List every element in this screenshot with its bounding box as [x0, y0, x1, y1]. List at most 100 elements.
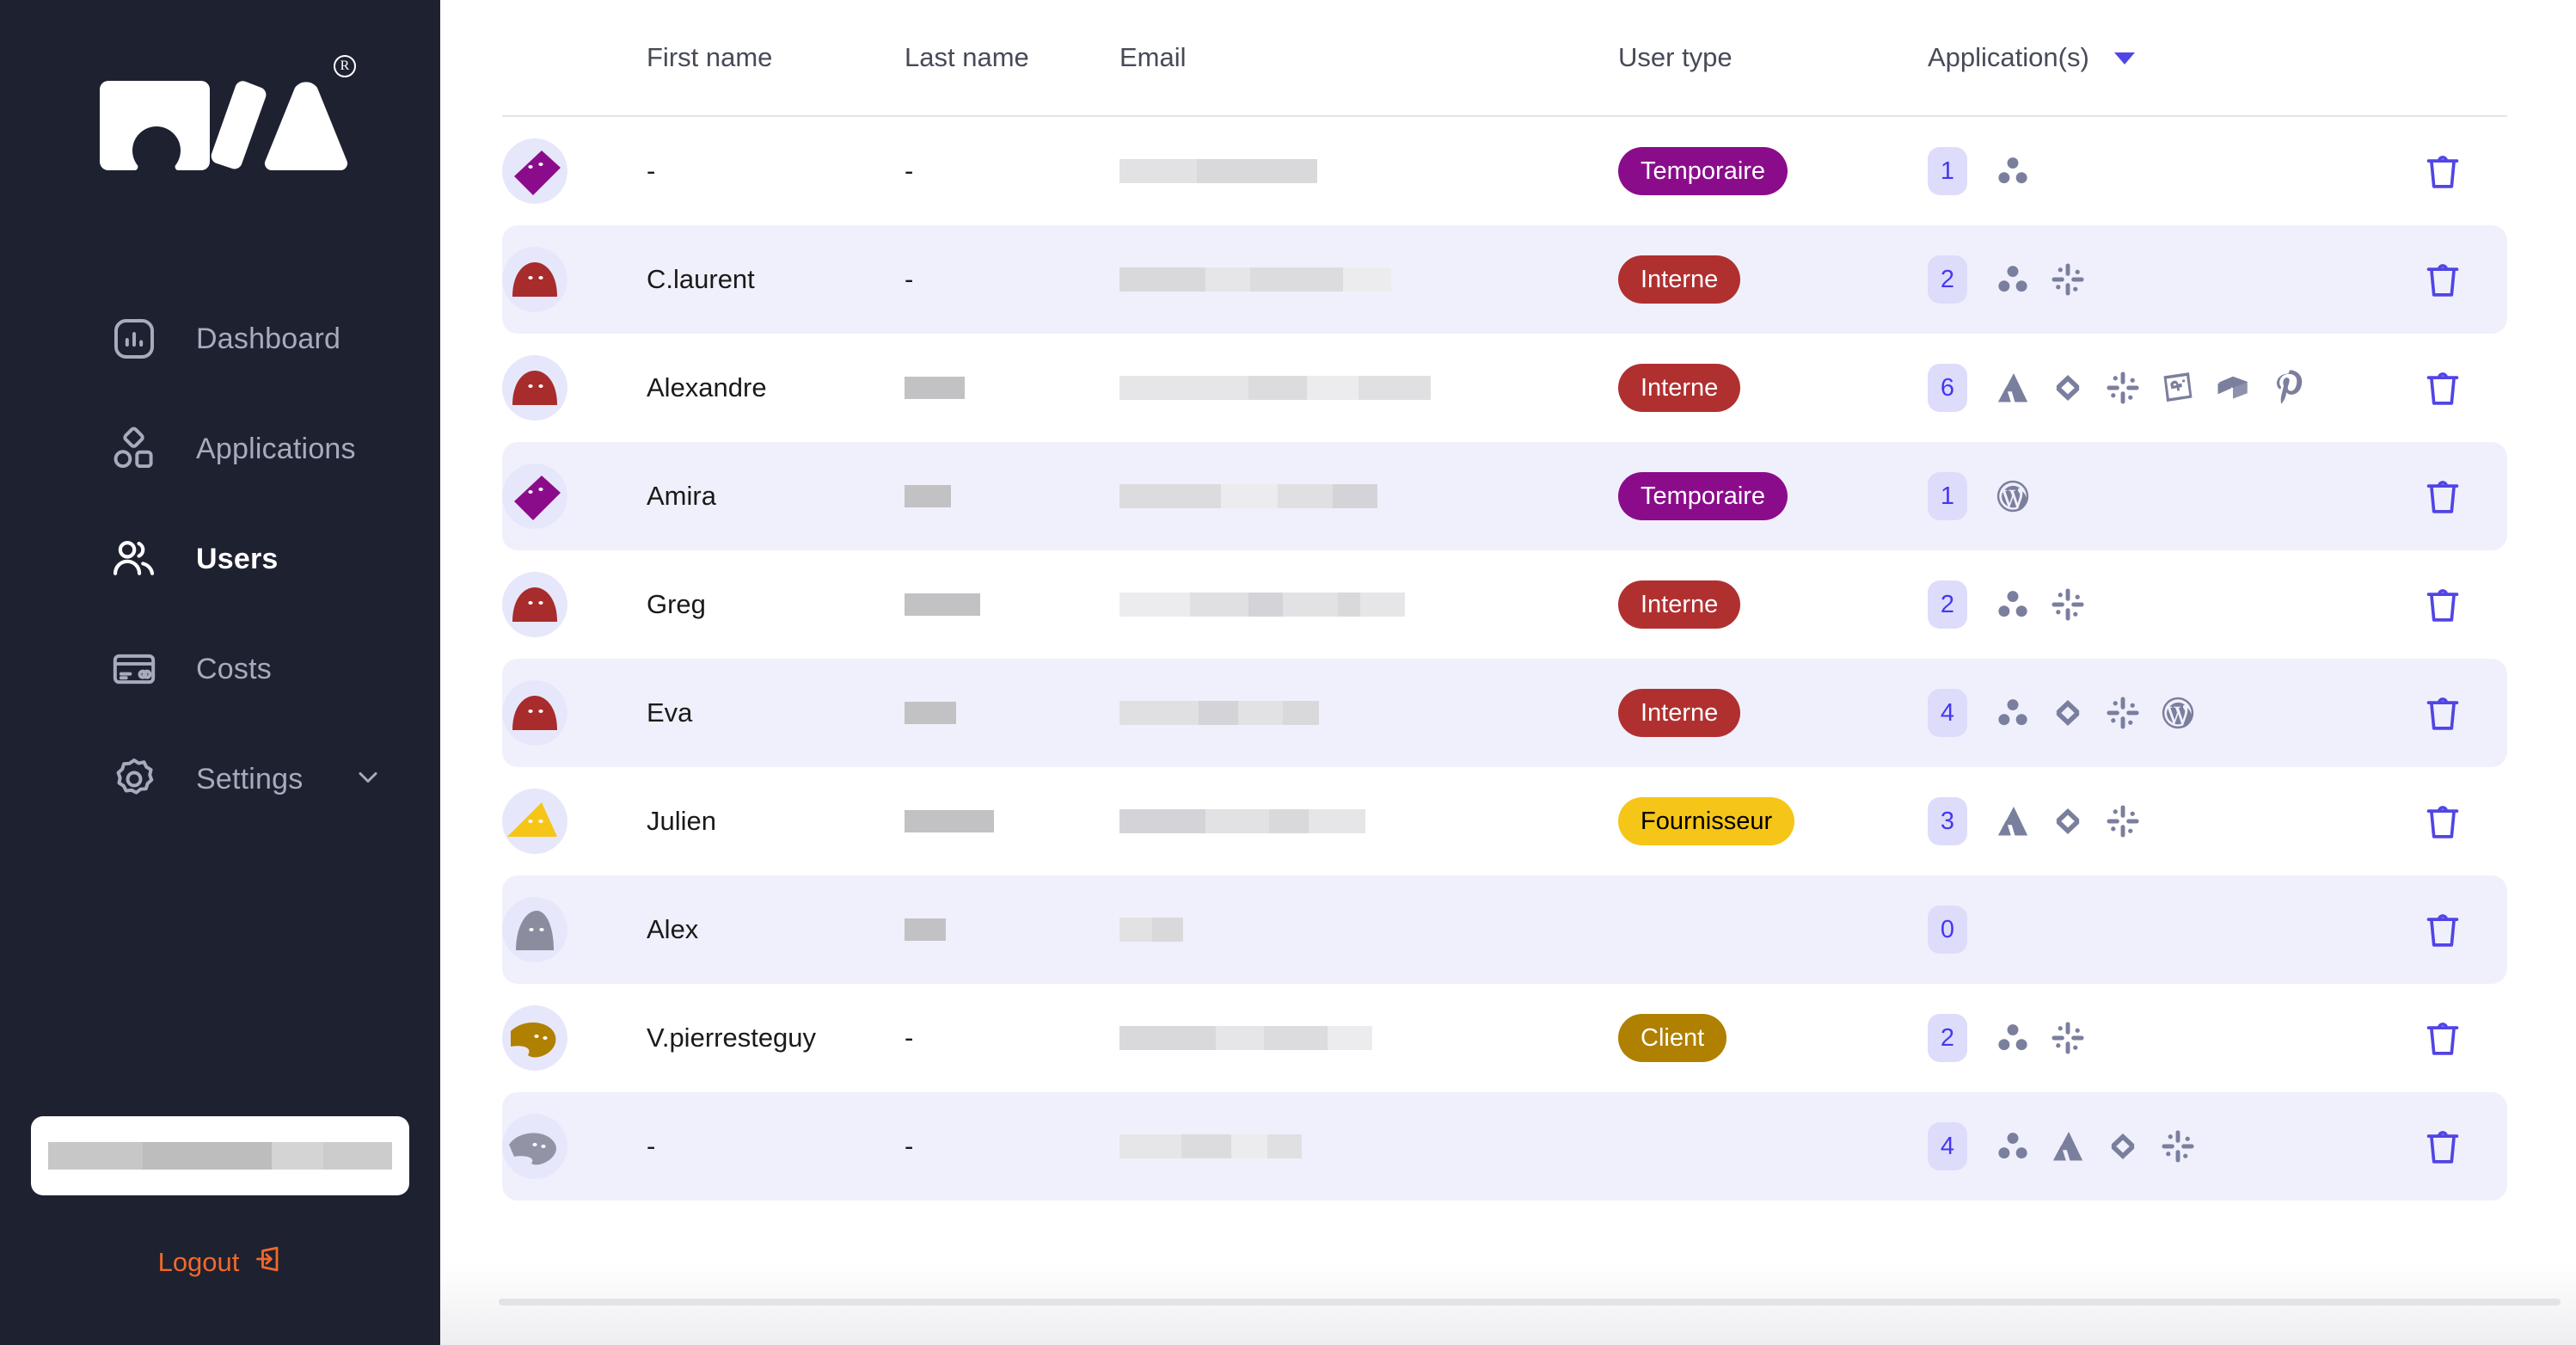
header-email[interactable]: Email	[1119, 42, 1618, 73]
scrollbar-track[interactable]	[499, 1299, 2561, 1305]
avatar	[502, 680, 567, 746]
slack-icon[interactable]	[2043, 255, 2093, 304]
header-first-name[interactable]: First name	[647, 42, 905, 73]
atlassian-icon[interactable]	[1988, 363, 2038, 413]
cell-last-name	[905, 593, 1119, 616]
slack-icon[interactable]	[2153, 1121, 2203, 1171]
trash-icon[interactable]	[2425, 367, 2461, 408]
table-row[interactable]: C.laurent - Interne 2	[502, 225, 2507, 334]
asana-icon[interactable]	[1988, 146, 2038, 196]
horizontal-scrollbar[interactable]	[440, 1262, 2576, 1345]
current-user-card[interactable]	[31, 1116, 409, 1195]
slack-icon[interactable]	[2098, 796, 2148, 846]
datadog-icon[interactable]	[2153, 363, 2203, 413]
cell-delete	[2378, 367, 2507, 408]
avatar-cell	[502, 464, 647, 529]
status-badge: Temporaire	[1618, 472, 1788, 520]
status-badge: Client	[1618, 1014, 1727, 1062]
atlassian-icon[interactable]	[1988, 796, 2038, 846]
wordpress-icon[interactable]	[1988, 471, 2038, 521]
table-row[interactable]: - - Temporaire 1	[502, 117, 2507, 225]
logout-button[interactable]: Logout	[158, 1244, 283, 1281]
cell-email	[1119, 1134, 1618, 1158]
cell-user-type: Fournisseur	[1618, 797, 1928, 845]
avatar	[502, 464, 567, 529]
cell-user-type: Temporaire	[1618, 147, 1928, 195]
trash-icon[interactable]	[2425, 584, 2461, 625]
table-header-row: First name Last name Email User type App…	[502, 0, 2507, 117]
cell-applications: 3	[1928, 796, 2378, 846]
table-row[interactable]: V.pierresteguy - Client 2	[502, 984, 2507, 1092]
sidebar-item-label: Costs	[196, 652, 272, 685]
table-row[interactable]: - - 4	[502, 1092, 2507, 1201]
cell-applications: 4	[1928, 1121, 2378, 1171]
reg-symbol: R	[340, 58, 350, 73]
table-row[interactable]: Julien Fournisseur 3	[502, 767, 2507, 875]
table-row[interactable]: Eva Interne 4	[502, 659, 2507, 767]
cell-last-name: -	[905, 1023, 914, 1053]
trash-icon[interactable]	[2425, 909, 2461, 950]
cell-email	[1119, 918, 1618, 942]
asana-icon[interactable]	[1988, 1013, 2038, 1063]
cell-email	[1119, 1026, 1618, 1050]
atlassian-icon[interactable]	[2043, 1121, 2093, 1171]
pinterest-icon[interactable]	[2263, 363, 2313, 413]
slack-icon[interactable]	[2043, 1013, 2093, 1063]
table-row[interactable]: Alex 0	[502, 875, 2507, 984]
contentsquare-icon[interactable]	[2043, 796, 2093, 846]
table-row[interactable]: Amira Temporaire 1	[502, 442, 2507, 550]
avatar	[502, 572, 567, 637]
chevron-down-icon[interactable]	[353, 762, 383, 797]
application-count-badge: 0	[1928, 906, 1967, 954]
cell-last-name	[905, 485, 1119, 507]
asana-icon[interactable]	[1988, 255, 2038, 304]
trash-icon[interactable]	[2425, 476, 2461, 517]
asana-icon[interactable]	[1988, 1121, 2038, 1171]
trash-icon[interactable]	[2425, 801, 2461, 842]
app-logo: R	[91, 55, 356, 181]
trash-icon[interactable]	[2425, 1126, 2461, 1167]
box-icon[interactable]	[2208, 363, 2258, 413]
asana-icon[interactable]	[1988, 688, 2038, 738]
avatar-cell	[502, 247, 647, 312]
sidebar-item-applications[interactable]: Applications	[0, 394, 440, 504]
cell-first-name: Amira	[647, 481, 716, 511]
trash-icon[interactable]	[2425, 150, 2461, 192]
contentsquare-icon[interactable]	[2098, 1121, 2148, 1171]
sort-descending-icon[interactable]	[2112, 42, 2137, 73]
logout-icon	[251, 1244, 282, 1281]
slack-icon[interactable]	[2098, 363, 2148, 413]
slack-icon[interactable]	[2043, 580, 2093, 630]
contentsquare-icon[interactable]	[2043, 363, 2093, 413]
asana-icon[interactable]	[1988, 580, 2038, 630]
trash-icon[interactable]	[2425, 1017, 2461, 1059]
avatar	[502, 355, 567, 421]
cell-first-name: C.laurent	[647, 264, 755, 294]
cell-first-name: Greg	[647, 589, 706, 619]
header-user-type[interactable]: User type	[1618, 42, 1928, 73]
cell-email	[1119, 267, 1618, 292]
sidebar-item-settings[interactable]: Settings	[0, 724, 440, 834]
application-count-badge: 2	[1928, 255, 1967, 304]
table-body: - - Temporaire 1 C.laurent - Interne 2 Alexandre…	[502, 117, 2507, 1201]
cell-last-name	[905, 810, 1119, 832]
cell-first-name: Julien	[647, 806, 716, 836]
table-row[interactable]: Greg Interne 2	[502, 550, 2507, 659]
sidebar-item-label: Settings	[196, 762, 304, 795]
users-page: R Dashboard Applications Users Costs Set…	[0, 0, 2576, 1345]
gear-icon	[108, 753, 160, 805]
table-row[interactable]: Alexandre Interne 6	[502, 334, 2507, 442]
trash-icon[interactable]	[2425, 259, 2461, 300]
logo-area[interactable]: R	[0, 0, 440, 249]
sidebar-item-costs[interactable]: Costs	[0, 614, 440, 724]
trash-icon[interactable]	[2425, 692, 2461, 734]
cell-delete	[2378, 801, 2507, 842]
sidebar-item-dashboard[interactable]: Dashboard	[0, 284, 440, 394]
contentsquare-icon[interactable]	[2043, 688, 2093, 738]
wordpress-icon[interactable]	[2153, 688, 2203, 738]
header-last-name[interactable]: Last name	[905, 42, 1119, 73]
header-applications[interactable]: Application(s)	[1928, 42, 2378, 73]
slack-icon[interactable]	[2098, 688, 2148, 738]
sidebar-item-users[interactable]: Users	[0, 504, 440, 614]
cell-delete	[2378, 909, 2507, 950]
